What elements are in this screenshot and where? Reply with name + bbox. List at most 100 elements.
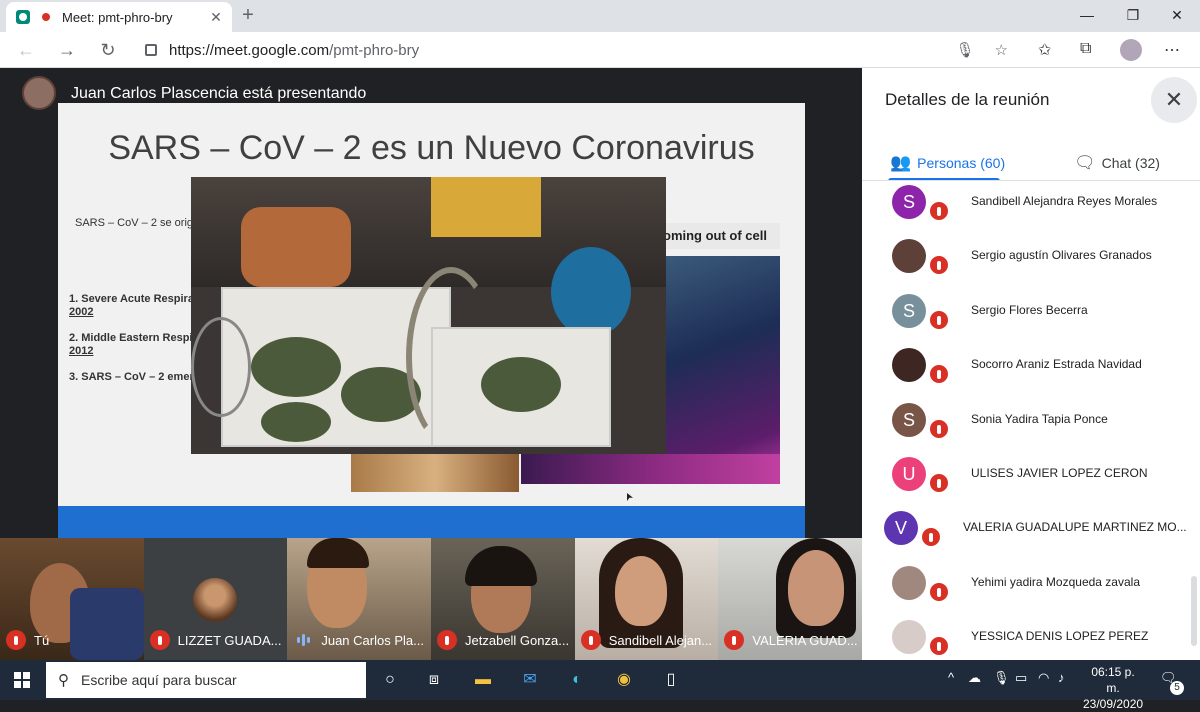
star-icon[interactable]: ☆ — [995, 41, 1008, 59]
meeting-details-panel: Detalles de la reunión ✕ 👥 Personas (60)… — [862, 68, 1200, 660]
document-icon[interactable]: ▯ — [659, 668, 683, 692]
recording-dot-icon — [42, 13, 50, 21]
reload-icon[interactable]: ↻ — [96, 38, 120, 62]
participant-name: Yehimi yadira Mozqueda zavala — [971, 575, 1140, 589]
tab-people[interactable]: 👥 Personas (60) — [890, 146, 1005, 180]
slide-item-3: 3. SARS – CoV – 2 emer — [69, 371, 194, 383]
task-view-icon[interactable]: ⧈ — [422, 668, 446, 692]
browser-tab[interactable]: Meet: pmt-phro-bry ✕ — [6, 2, 232, 32]
tab-chat-label: Chat (32) — [1101, 155, 1160, 171]
window-close-button[interactable]: ✕ — [1154, 0, 1200, 30]
slide-item-1-year: 2002 — [69, 306, 94, 318]
participant-name: VALERIA GUADALUPE MARTINEZ MO... — [963, 520, 1187, 534]
chrome-icon[interactable]: ◉ — [612, 668, 636, 692]
participant-name: Sergio agustín Olivares Granados — [971, 248, 1152, 262]
tray-chevron-icon[interactable]: ^ — [948, 670, 954, 685]
profile-avatar[interactable] — [1120, 39, 1142, 61]
participant-row[interactable]: S Sandibell Alejandra Reyes Morales — [862, 181, 1192, 235]
participant-avatar: S — [892, 185, 926, 219]
participant-row[interactable]: Yehimi yadira Mozqueda zavala — [862, 562, 1192, 616]
mic-tray-icon[interactable]: 🎙 — [993, 670, 1010, 686]
more-menu-icon[interactable]: ⋯ — [1164, 40, 1180, 60]
search-icon: ⚲ — [58, 672, 69, 689]
battery-icon[interactable]: ▭ — [1015, 670, 1027, 686]
slide-image-bottom-right — [521, 454, 780, 484]
participant-row[interactable]: Socorro Araniz Estrada Navidad — [862, 344, 1192, 398]
participant-name: Sandibell Alejandra Reyes Morales — [971, 194, 1158, 208]
wifi-icon[interactable]: ◠ — [1038, 670, 1049, 686]
mic-off-icon — [928, 254, 950, 276]
participant-avatar: S — [892, 403, 926, 437]
participant-name: Sonia Yadira Tapia Ponce — [971, 412, 1108, 426]
edge-icon[interactable]: ◐ — [565, 668, 589, 692]
microphone-icon[interactable]: 🎙 — [956, 41, 975, 59]
participant-row[interactable]: V VALERIA GUADALUPE MARTINEZ MO... — [862, 507, 1187, 561]
thumbnail-valeria[interactable]: VALERIA GUAD... — [718, 538, 863, 660]
slide-title: SARS – CoV – 2 es un Nuevo Coronavirus — [108, 129, 755, 167]
url-path: /pmt-phro-bry — [329, 41, 420, 59]
thumbnail-name: Juan Carlos Pla... — [321, 632, 424, 648]
cell-image-caption: oming out of cell — [661, 223, 780, 249]
collections-icon[interactable]: ⧉ — [1080, 40, 1091, 58]
taskbar-clock[interactable]: 06:15 p. m. 23/09/2020 — [1083, 664, 1143, 712]
mic-off-icon — [928, 418, 950, 440]
panel-title: Detalles de la reunión — [885, 90, 1050, 109]
file-explorer-icon[interactable]: ▬ — [471, 668, 495, 692]
participant-row[interactable]: Sergio agustín Olivares Granados — [862, 235, 1192, 289]
slide-footer-bar — [58, 506, 805, 538]
tab-chat[interactable]: 🗨 Chat (32) — [1074, 146, 1160, 180]
tab-close-icon[interactable]: ✕ — [206, 9, 226, 26]
restore-button[interactable]: ❐ — [1110, 0, 1156, 30]
presenting-label: Juan Carlos Plascencia está presentando — [71, 85, 367, 102]
back-icon[interactable]: ← — [14, 38, 38, 62]
favorites-icon[interactable]: ✩ — [1038, 40, 1051, 60]
forward-icon[interactable]: → — [55, 38, 79, 62]
speaking-indicator-icon — [293, 630, 313, 650]
minimize-button[interactable]: — — [1064, 0, 1110, 30]
address-bar[interactable]: https://meet.google.com/pmt-phro-bry 🎙 ☆ — [135, 35, 1020, 65]
participant-row[interactable]: S Sergio Flores Becerra — [862, 290, 1192, 344]
participant-row[interactable]: U ULISES JAVIER LOPEZ CERON — [862, 453, 1192, 507]
participant-avatar — [892, 348, 926, 382]
participant-row[interactable]: S Sonia Yadira Tapia Ponce — [862, 399, 1192, 453]
participant-avatar — [892, 239, 926, 273]
cortana-icon[interactable]: ○ — [378, 668, 402, 692]
presentation-slide: SARS – CoV – 2 es un Nuevo Coronavirus S… — [58, 103, 805, 538]
participant-avatar — [892, 620, 926, 654]
participant-name: Socorro Araniz Estrada Navidad — [971, 357, 1142, 371]
participant-list[interactable]: S Sandibell Alejandra Reyes Morales Serg… — [862, 181, 1200, 660]
thumbnail-name: VALERIA GUAD... — [752, 632, 858, 648]
cloud-icon[interactable]: ☁ — [968, 670, 981, 686]
slide-item-2: 2. Middle Eastern Respi — [69, 332, 193, 344]
participant-avatar: S — [892, 294, 926, 328]
list-scrollbar[interactable] — [1191, 576, 1197, 646]
mic-off-icon — [928, 200, 950, 222]
slide-intro: SARS – CoV – 2 se origi — [75, 217, 196, 229]
thumbnail-jetzabell[interactable]: Jetzabell Gonza... — [431, 538, 575, 660]
clock-date: 23/09/2020 — [1083, 697, 1144, 711]
close-panel-button[interactable]: ✕ — [1151, 77, 1197, 123]
taskbar-search-input[interactable]: ⚲ Escribe aquí para buscar — [46, 662, 366, 698]
windows-start-icon[interactable] — [14, 672, 30, 688]
participant-avatar: V — [884, 511, 918, 545]
participant-row[interactable]: YESSICA DENIS LOPEZ PEREZ — [862, 616, 1192, 660]
mail-icon[interactable]: ✉ — [518, 668, 542, 692]
new-tab-button[interactable]: + — [236, 4, 260, 27]
mic-off-icon — [928, 472, 950, 494]
clock-time: 06:15 p. m. — [1091, 665, 1135, 695]
thumbnail-name: Tú — [34, 632, 50, 648]
windows-taskbar: ⚲ Escribe aquí para buscar ○ ⧈ ▬ ✉ ◐ ◉ ▯… — [0, 660, 1200, 711]
volume-icon[interactable]: ♪ — [1058, 670, 1065, 685]
thumbnail-sandibell[interactable]: Sandibell Alejan... — [574, 538, 719, 660]
participant-avatar — [892, 566, 926, 600]
slide-image-bottom-left — [351, 454, 519, 492]
thumbnail-juan-carlos[interactable]: Juan Carlos Pla... — [287, 538, 432, 660]
mic-off-icon — [724, 630, 745, 650]
slide-item-1: 1. Severe Acute Respira — [69, 293, 194, 305]
mic-off-icon — [928, 309, 950, 331]
mic-off-icon — [149, 630, 170, 650]
thumbnail-name: Jetzabell Gonza... — [465, 632, 570, 648]
browser-tabbar: Meet: pmt-phro-bry ✕ + — ❐ ✕ — [0, 0, 1200, 32]
thumbnail-you[interactable]: Tú — [0, 538, 144, 660]
url-host: https://meet.google.com — [169, 41, 330, 59]
